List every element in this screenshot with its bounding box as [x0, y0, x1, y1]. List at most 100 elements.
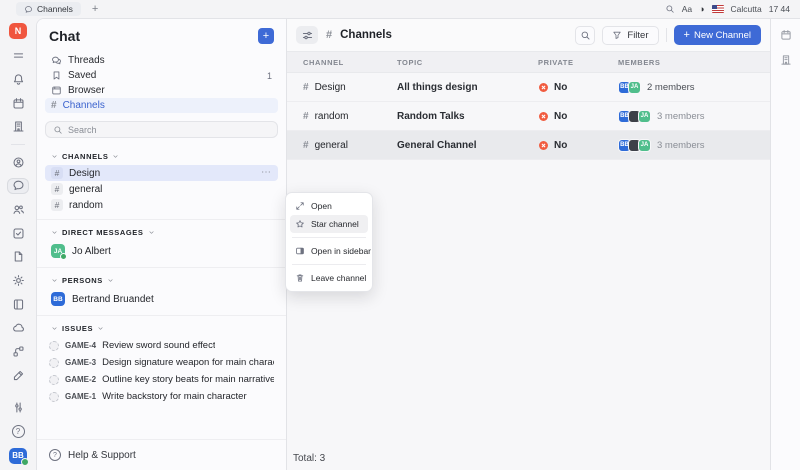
- font-size-control[interactable]: Aa: [682, 4, 692, 14]
- top-bar: Channels + Aa ◑ Calcutta 17 44: [0, 0, 800, 18]
- contacts-button[interactable]: [8, 155, 28, 170]
- issue-item[interactable]: GAME-2 Outline key story beats for main …: [45, 371, 278, 388]
- settings-button[interactable]: [8, 400, 28, 415]
- channel-name: random: [69, 199, 103, 211]
- menu-item-open[interactable]: Open: [290, 197, 368, 215]
- funnel-icon: [612, 30, 622, 40]
- hr-button[interactable]: [8, 202, 28, 217]
- workspace-logo[interactable]: N: [9, 23, 27, 40]
- office-icon[interactable]: [780, 54, 792, 66]
- notebook-icon: [12, 298, 25, 311]
- hash-icon: #: [51, 183, 63, 195]
- expand-icon: [295, 201, 305, 211]
- user-avatar[interactable]: BB: [9, 447, 29, 467]
- table-row-general[interactable]: # general General Channel No BB JA 3 memb…: [287, 131, 770, 160]
- issue-status-icon: [49, 374, 59, 385]
- section-label: CHANNELS: [62, 152, 109, 161]
- compose-button[interactable]: [8, 368, 28, 383]
- toolbar-divider: [665, 28, 667, 42]
- menu-divider: [292, 237, 366, 238]
- browser-icon: [51, 85, 62, 96]
- display-options-button[interactable]: [296, 26, 318, 44]
- calendar-icon: [12, 97, 25, 110]
- sidebar-item-saved[interactable]: Saved 1: [45, 68, 278, 83]
- issue-item[interactable]: GAME-1 Write backstory for main characte…: [45, 388, 278, 405]
- person-item-bertrand[interactable]: BB Bertrand Bruandet: [45, 289, 278, 309]
- issues-section-header[interactable]: ISSUES: [45, 320, 278, 337]
- channel-item-random[interactable]: # random: [45, 197, 278, 213]
- dm-section-header[interactable]: DIRECT MESSAGES: [45, 224, 278, 241]
- language-flag-icon[interactable]: [711, 5, 724, 13]
- nav-label: Saved: [68, 70, 97, 81]
- timezone-label[interactable]: Calcutta: [731, 4, 762, 14]
- hash-icon: #: [303, 81, 309, 93]
- filter-button[interactable]: Filter: [602, 25, 659, 45]
- table-search-button[interactable]: [575, 25, 596, 45]
- wiki-button[interactable]: [8, 297, 28, 312]
- issue-status-icon: [49, 391, 59, 402]
- issue-item[interactable]: GAME-3 Design signature weapon for main …: [45, 354, 278, 371]
- documents-button[interactable]: [8, 250, 28, 265]
- search-icon: [53, 125, 63, 135]
- menu-item-label: Open: [311, 201, 332, 211]
- search-input[interactable]: [68, 124, 270, 135]
- check-square-icon: [12, 227, 25, 240]
- chat-button[interactable]: [8, 178, 28, 194]
- office-button[interactable]: [8, 119, 28, 134]
- menu-item-star-channel[interactable]: Star channel: [290, 215, 368, 233]
- sidebar-item-channels[interactable]: # Channels: [45, 98, 278, 113]
- topic-cell: Random Talks: [397, 110, 465, 122]
- new-chat-button[interactable]: +: [258, 28, 274, 44]
- persons-section-header[interactable]: PERSONS: [45, 272, 278, 289]
- help-support-button[interactable]: ? Help & Support: [37, 439, 286, 470]
- new-tab-button[interactable]: +: [89, 3, 101, 15]
- hash-icon: #: [51, 167, 63, 179]
- theme-toggle-icon[interactable]: ◑: [699, 4, 704, 14]
- menu-item-open-in-sidebar[interactable]: Open in sidebar: [290, 242, 371, 260]
- page-title: Channels: [340, 29, 392, 41]
- star-icon: [295, 219, 305, 229]
- dm-item-jo-albert[interactable]: JA Jo Albert: [45, 241, 278, 261]
- tracker-button[interactable]: [8, 226, 28, 241]
- menu-item-leave-channel[interactable]: Leave channel: [290, 269, 368, 287]
- planner-button[interactable]: [8, 96, 28, 111]
- global-search-icon[interactable]: [665, 4, 675, 14]
- document-icon: [12, 250, 25, 263]
- table-row-random[interactable]: # random Random Talks No BB JA 3 members: [287, 102, 770, 131]
- hash-icon: #: [303, 139, 309, 151]
- column-header-members[interactable]: MEMBERS: [618, 58, 770, 67]
- plus-icon: +: [683, 28, 690, 41]
- flow-icon: [12, 345, 25, 358]
- channel-item-general[interactable]: # general: [45, 181, 278, 197]
- new-channel-button[interactable]: + New Channel: [673, 25, 761, 45]
- no-icon: [538, 111, 549, 122]
- menu-item-label: Leave channel: [311, 273, 367, 283]
- sidebar-search[interactable]: [45, 121, 278, 138]
- column-header-private[interactable]: PRIVATE: [538, 58, 618, 67]
- table-row-design[interactable]: # Design All things design No BB JA 2 mem…: [287, 73, 770, 102]
- main-menu-button[interactable]: [8, 48, 28, 63]
- sidebar-item-browser[interactable]: Browser: [45, 83, 278, 98]
- column-header-channel[interactable]: CHANNEL: [303, 58, 397, 67]
- process-button[interactable]: [8, 344, 28, 359]
- channel-cell: random: [314, 110, 349, 122]
- column-header-topic[interactable]: TOPIC: [397, 58, 538, 67]
- channel-item-design[interactable]: # Design ⋯: [45, 165, 278, 181]
- help-button[interactable]: ?: [8, 424, 28, 439]
- hash-icon: #: [326, 29, 333, 41]
- chevron-down-icon: [51, 277, 58, 284]
- channels-section-header[interactable]: CHANNELS: [45, 148, 278, 165]
- chevron-down-icon: [107, 277, 114, 284]
- drive-button[interactable]: [8, 320, 28, 335]
- notifications-button[interactable]: [8, 72, 28, 87]
- sidebar-item-threads[interactable]: Threads: [45, 53, 278, 68]
- workspace-tab[interactable]: Channels: [16, 2, 81, 16]
- right-rail: [770, 19, 800, 470]
- app-rail: N ? BB: [0, 18, 36, 470]
- trash-icon: [295, 273, 305, 283]
- bookmark-icon: [51, 70, 62, 81]
- calendar-icon[interactable]: [780, 29, 792, 41]
- section-label: ISSUES: [62, 324, 94, 333]
- issue-item[interactable]: GAME-4 Review sword sound effect: [45, 337, 278, 354]
- theme-button[interactable]: [8, 273, 28, 288]
